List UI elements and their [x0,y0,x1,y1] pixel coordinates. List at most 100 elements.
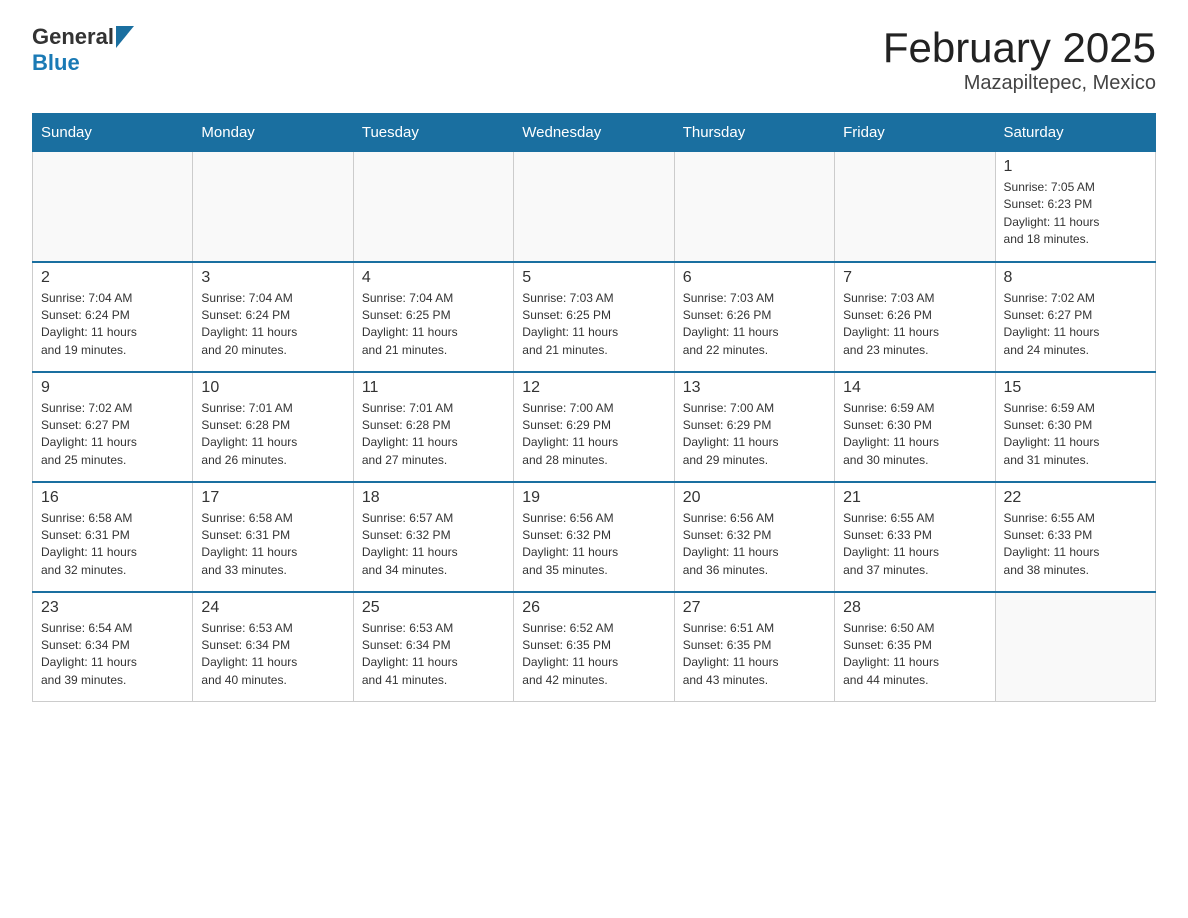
day-number-4: 4 [362,269,505,287]
day-number-2: 2 [41,269,184,287]
day-info-13: Sunrise: 7:00 AM Sunset: 6:29 PM Dayligh… [683,400,826,470]
day-cell-18: 18Sunrise: 6:57 AM Sunset: 6:32 PM Dayli… [353,482,513,592]
day-info-21: Sunrise: 6:55 AM Sunset: 6:33 PM Dayligh… [843,510,986,580]
day-info-28: Sunrise: 6:50 AM Sunset: 6:35 PM Dayligh… [843,620,986,690]
header-tuesday: Tuesday [353,114,513,152]
empty-cell [514,152,674,262]
day-cell-14: 14Sunrise: 6:59 AM Sunset: 6:30 PM Dayli… [835,372,995,482]
week-row-1: 1 Sunrise: 7:05 AM Sunset: 6:23 PM Daylig… [33,152,1156,262]
header-saturday: Saturday [995,114,1155,152]
day-info-23: Sunrise: 6:54 AM Sunset: 6:34 PM Dayligh… [41,620,184,690]
day-info-24: Sunrise: 6:53 AM Sunset: 6:34 PM Dayligh… [201,620,344,690]
day-info-4: Sunrise: 7:04 AM Sunset: 6:25 PM Dayligh… [362,290,505,360]
day-cell-8: 8 Sunrise: 7:02 AM Sunset: 6:27 PM Daylig… [995,262,1155,372]
day-number-28: 28 [843,599,986,617]
day-info-1: Sunrise: 7:05 AM Sunset: 6:23 PM Dayligh… [1004,179,1147,249]
day-number-15: 15 [1004,379,1147,397]
calendar-subtitle: Mazapiltepec, Mexico [883,72,1156,95]
day-number-9: 9 [41,379,184,397]
day-cell-1: 1 Sunrise: 7:05 AM Sunset: 6:23 PM Daylig… [995,152,1155,262]
day-info-10: Sunrise: 7:01 AM Sunset: 6:28 PM Dayligh… [201,400,344,470]
empty-cell [33,152,193,262]
day-cell-27: 27Sunrise: 6:51 AM Sunset: 6:35 PM Dayli… [674,592,834,702]
day-cell-13: 13 Sunrise: 7:00 AM Sunset: 6:29 PM Dayli… [674,372,834,482]
day-number-19: 19 [522,489,665,507]
day-number-12: 12 [522,379,665,397]
day-number-16: 16 [41,489,184,507]
day-cell-15: 15 Sunrise: 6:59 AM Sunset: 6:30 PM Dayli… [995,372,1155,482]
day-cell-22: 22 Sunrise: 6:55 AM Sunset: 6:33 PM Dayli… [995,482,1155,592]
day-info-17: Sunrise: 6:58 AM Sunset: 6:31 PM Dayligh… [201,510,344,580]
day-info-16: Sunrise: 6:58 AM Sunset: 6:31 PM Dayligh… [41,510,184,580]
day-number-21: 21 [843,489,986,507]
day-number-13: 13 [683,379,826,397]
day-cell-9: 9 Sunrise: 7:02 AM Sunset: 6:27 PM Daylig… [33,372,193,482]
day-cell-2: 2 Sunrise: 7:04 AM Sunset: 6:24 PM Daylig… [33,262,193,372]
logo-blue-text: Blue [32,50,80,76]
header-sunday: Sunday [33,114,193,152]
day-number-1: 1 [1004,158,1147,176]
day-number-25: 25 [362,599,505,617]
day-info-8: Sunrise: 7:02 AM Sunset: 6:27 PM Dayligh… [1004,290,1147,360]
day-info-11: Sunrise: 7:01 AM Sunset: 6:28 PM Dayligh… [362,400,505,470]
empty-cell [835,152,995,262]
day-number-11: 11 [362,379,505,397]
day-info-26: Sunrise: 6:52 AM Sunset: 6:35 PM Dayligh… [522,620,665,690]
day-number-8: 8 [1004,269,1147,287]
day-number-24: 24 [201,599,344,617]
day-cell-10: 10 Sunrise: 7:01 AM Sunset: 6:28 PM Dayli… [193,372,353,482]
calendar-table: SundayMondayTuesdayWednesdayThursdayFrid… [32,113,1156,702]
logo: General Blue [32,24,134,76]
day-info-9: Sunrise: 7:02 AM Sunset: 6:27 PM Dayligh… [41,400,184,470]
day-cell-25: 25 Sunrise: 6:53 AM Sunset: 6:34 PM Dayli… [353,592,513,702]
logo-triangle-icon [116,26,134,48]
day-info-14: Sunrise: 6:59 AM Sunset: 6:30 PM Dayligh… [843,400,986,470]
day-info-20: Sunrise: 6:56 AM Sunset: 6:32 PM Dayligh… [683,510,826,580]
week-row-2: 2 Sunrise: 7:04 AM Sunset: 6:24 PM Daylig… [33,262,1156,372]
empty-cell [353,152,513,262]
day-info-15: Sunrise: 6:59 AM Sunset: 6:30 PM Dayligh… [1004,400,1147,470]
day-cell-7: 7Sunrise: 7:03 AM Sunset: 6:26 PM Daylig… [835,262,995,372]
day-info-2: Sunrise: 7:04 AM Sunset: 6:24 PM Dayligh… [41,290,184,360]
header-friday: Friday [835,114,995,152]
day-cell-4: 4 Sunrise: 7:04 AM Sunset: 6:25 PM Daylig… [353,262,513,372]
day-info-6: Sunrise: 7:03 AM Sunset: 6:26 PM Dayligh… [683,290,826,360]
day-cell-21: 21 Sunrise: 6:55 AM Sunset: 6:33 PM Dayli… [835,482,995,592]
day-info-12: Sunrise: 7:00 AM Sunset: 6:29 PM Dayligh… [522,400,665,470]
day-cell-6: 6 Sunrise: 7:03 AM Sunset: 6:26 PM Daylig… [674,262,834,372]
day-number-5: 5 [522,269,665,287]
day-cell-16: 16 Sunrise: 6:58 AM Sunset: 6:31 PM Dayli… [33,482,193,592]
day-number-26: 26 [522,599,665,617]
day-cell-20: 20Sunrise: 6:56 AM Sunset: 6:32 PM Dayli… [674,482,834,592]
day-number-22: 22 [1004,489,1147,507]
day-info-22: Sunrise: 6:55 AM Sunset: 6:33 PM Dayligh… [1004,510,1147,580]
header-wednesday: Wednesday [514,114,674,152]
empty-cell [193,152,353,262]
empty-cell [674,152,834,262]
calendar-title: February 2025 [883,24,1156,72]
day-cell-28: 28 Sunrise: 6:50 AM Sunset: 6:35 PM Dayli… [835,592,995,702]
day-cell-11: 11 Sunrise: 7:01 AM Sunset: 6:28 PM Dayli… [353,372,513,482]
day-info-25: Sunrise: 6:53 AM Sunset: 6:34 PM Dayligh… [362,620,505,690]
day-cell-3: 3 Sunrise: 7:04 AM Sunset: 6:24 PM Daylig… [193,262,353,372]
day-number-3: 3 [201,269,344,287]
day-number-18: 18 [362,489,505,507]
week-row-3: 9 Sunrise: 7:02 AM Sunset: 6:27 PM Daylig… [33,372,1156,482]
header-thursday: Thursday [674,114,834,152]
day-cell-23: 23 Sunrise: 6:54 AM Sunset: 6:34 PM Dayli… [33,592,193,702]
day-number-6: 6 [683,269,826,287]
day-cell-5: 5Sunrise: 7:03 AM Sunset: 6:25 PM Daylig… [514,262,674,372]
day-number-23: 23 [41,599,184,617]
day-number-10: 10 [201,379,344,397]
day-info-3: Sunrise: 7:04 AM Sunset: 6:24 PM Dayligh… [201,290,344,360]
calendar-header-row: SundayMondayTuesdayWednesdayThursdayFrid… [33,114,1156,152]
day-cell-24: 24 Sunrise: 6:53 AM Sunset: 6:34 PM Dayli… [193,592,353,702]
empty-cell [995,592,1155,702]
day-info-27: Sunrise: 6:51 AM Sunset: 6:35 PM Dayligh… [683,620,826,690]
week-row-4: 16 Sunrise: 6:58 AM Sunset: 6:31 PM Dayli… [33,482,1156,592]
day-number-17: 17 [201,489,344,507]
day-cell-17: 17 Sunrise: 6:58 AM Sunset: 6:31 PM Dayli… [193,482,353,592]
week-row-5: 23 Sunrise: 6:54 AM Sunset: 6:34 PM Dayli… [33,592,1156,702]
title-block: February 2025 Mazapiltepec, Mexico [883,24,1156,95]
day-info-19: Sunrise: 6:56 AM Sunset: 6:32 PM Dayligh… [522,510,665,580]
